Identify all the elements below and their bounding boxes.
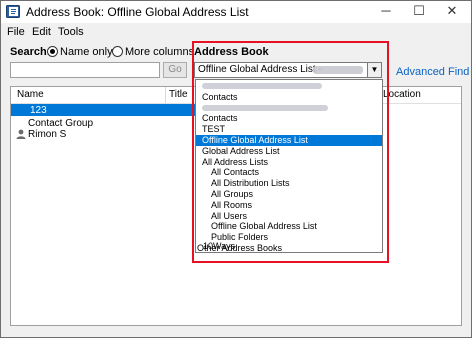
name-only-radio[interactable] — [47, 46, 58, 57]
list-item-name[interactable]: Rimon S — [28, 129, 66, 140]
name-only-label: Name only — [60, 46, 113, 58]
menu-file[interactable]: File — [7, 26, 25, 38]
menu-edit[interactable]: Edit — [32, 26, 51, 38]
column-separator[interactable] — [165, 87, 166, 103]
advanced-find-link[interactable]: Advanced Find — [396, 66, 469, 78]
column-header-title[interactable]: Title — [169, 89, 188, 100]
address-book-icon — [6, 5, 20, 18]
search-input[interactable] — [10, 62, 160, 78]
go-button[interactable]: Go — [163, 62, 187, 78]
search-label: Search: — [10, 46, 51, 58]
minimize-button[interactable]: ─ — [371, 2, 401, 20]
menu-tools[interactable]: Tools — [58, 26, 84, 38]
person-icon — [16, 129, 26, 139]
more-columns-radio[interactable] — [112, 46, 123, 57]
highlight-box — [192, 41, 389, 263]
status-bar — [1, 328, 471, 337]
list-item-name[interactable]: 123 — [30, 105, 47, 116]
close-button[interactable]: ✕ — [437, 2, 467, 20]
more-columns-label: More columns — [125, 46, 195, 58]
maximize-button[interactable]: ☐ — [404, 2, 434, 20]
window-title: Address Book: Offline Global Address Lis… — [26, 5, 249, 19]
list-item-name[interactable]: Contact Group — [28, 118, 93, 129]
column-header-name[interactable]: Name — [17, 89, 44, 100]
